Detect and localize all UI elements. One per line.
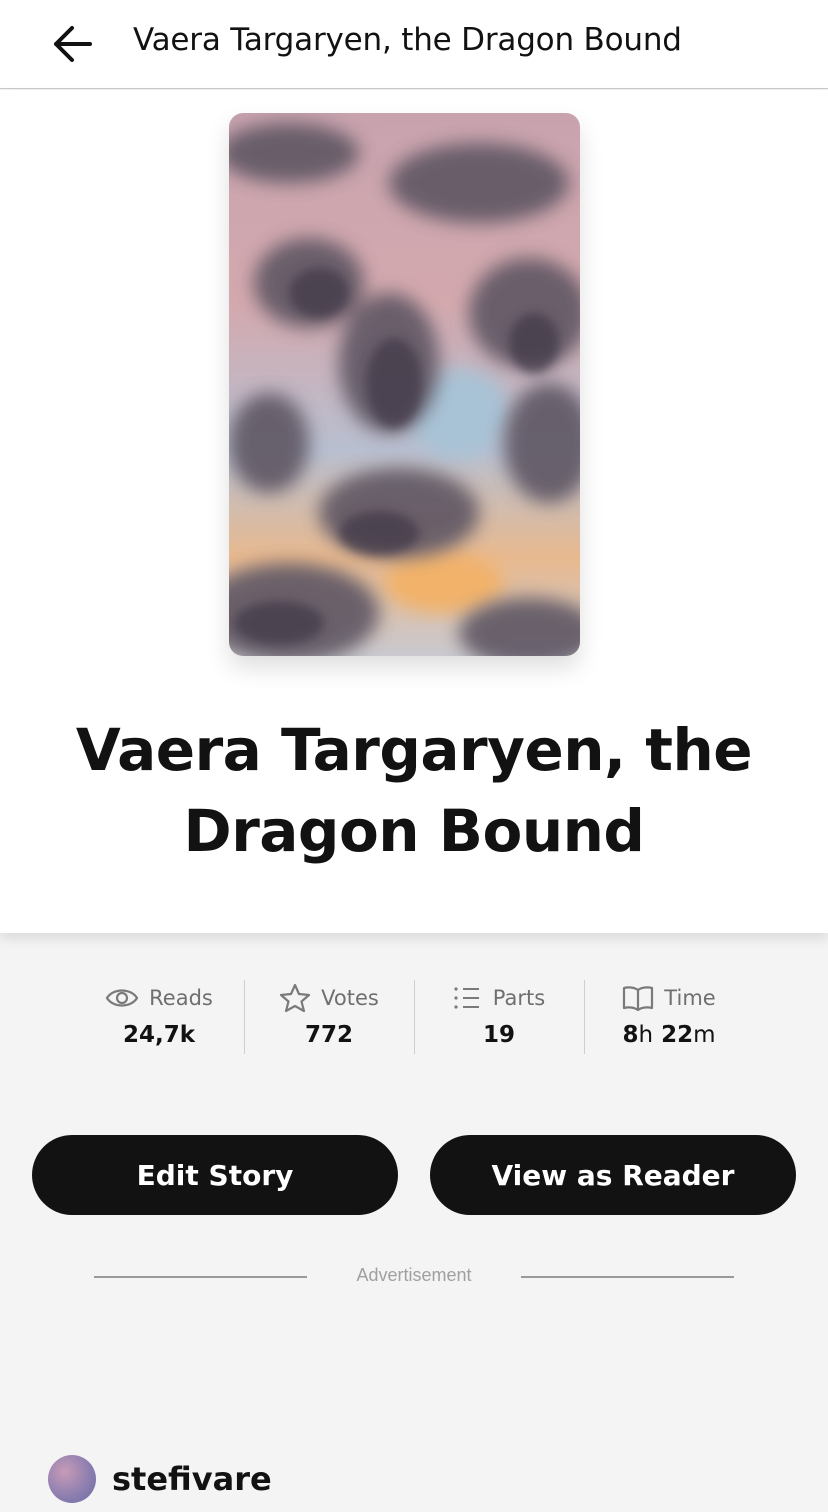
book-icon bbox=[623, 986, 654, 1012]
back-button[interactable] bbox=[44, 20, 100, 68]
eye-icon bbox=[105, 989, 139, 1007]
time-minutes: 22 bbox=[661, 1022, 694, 1048]
author-name[interactable]: stefivare bbox=[112, 1460, 272, 1498]
story-stats: Reads 24,7k Votes 772 Parts 19 Time 8h 2… bbox=[74, 980, 754, 1056]
story-title: Vaera Targaryen, the Dragon Bound bbox=[75, 716, 753, 865]
view-as-reader-button[interactable]: View as Reader bbox=[430, 1135, 796, 1215]
stat-reads: Reads 24,7k bbox=[74, 980, 244, 1056]
author-row[interactable]: stefivare bbox=[48, 1454, 272, 1504]
stat-value: 8h 22m bbox=[622, 1022, 715, 1048]
stat-parts: Parts 19 bbox=[414, 980, 584, 1056]
story-cover[interactable] bbox=[229, 113, 580, 656]
advertisement-label: Advertisement bbox=[356, 1265, 472, 1285]
stat-label: Votes bbox=[321, 986, 379, 1010]
list-icon bbox=[454, 987, 479, 1009]
stat-label: Parts bbox=[492, 986, 546, 1010]
edit-story-button[interactable]: Edit Story bbox=[32, 1135, 398, 1215]
stat-label: Reads bbox=[149, 986, 213, 1010]
story-hero: Vaera Targaryen, the Dragon Bound bbox=[0, 90, 828, 933]
stat-value: 19 bbox=[482, 1022, 515, 1048]
star-icon bbox=[280, 983, 311, 1013]
time-minutes-unit: m bbox=[693, 1022, 716, 1048]
divider-line bbox=[521, 1276, 734, 1278]
header-title: Vaera Targaryen, the Dragon Bound bbox=[133, 22, 682, 58]
time-hours: 8 bbox=[622, 1022, 639, 1048]
avatar[interactable] bbox=[48, 1455, 96, 1503]
advertisement-divider: Advertisement bbox=[94, 1262, 734, 1292]
arrow-left-icon bbox=[54, 26, 92, 62]
stat-value: 24,7k bbox=[122, 1022, 196, 1048]
stat-votes: Votes 772 bbox=[244, 980, 414, 1056]
cover-image bbox=[229, 113, 580, 656]
stat-time: Time 8h 22m bbox=[584, 980, 754, 1056]
divider-line bbox=[94, 1276, 307, 1278]
stat-value: 772 bbox=[304, 1022, 353, 1048]
stat-label: Time bbox=[664, 986, 716, 1010]
time-hours-unit: h bbox=[638, 1022, 654, 1048]
top-bar: Vaera Targaryen, the Dragon Bound bbox=[0, 0, 828, 89]
